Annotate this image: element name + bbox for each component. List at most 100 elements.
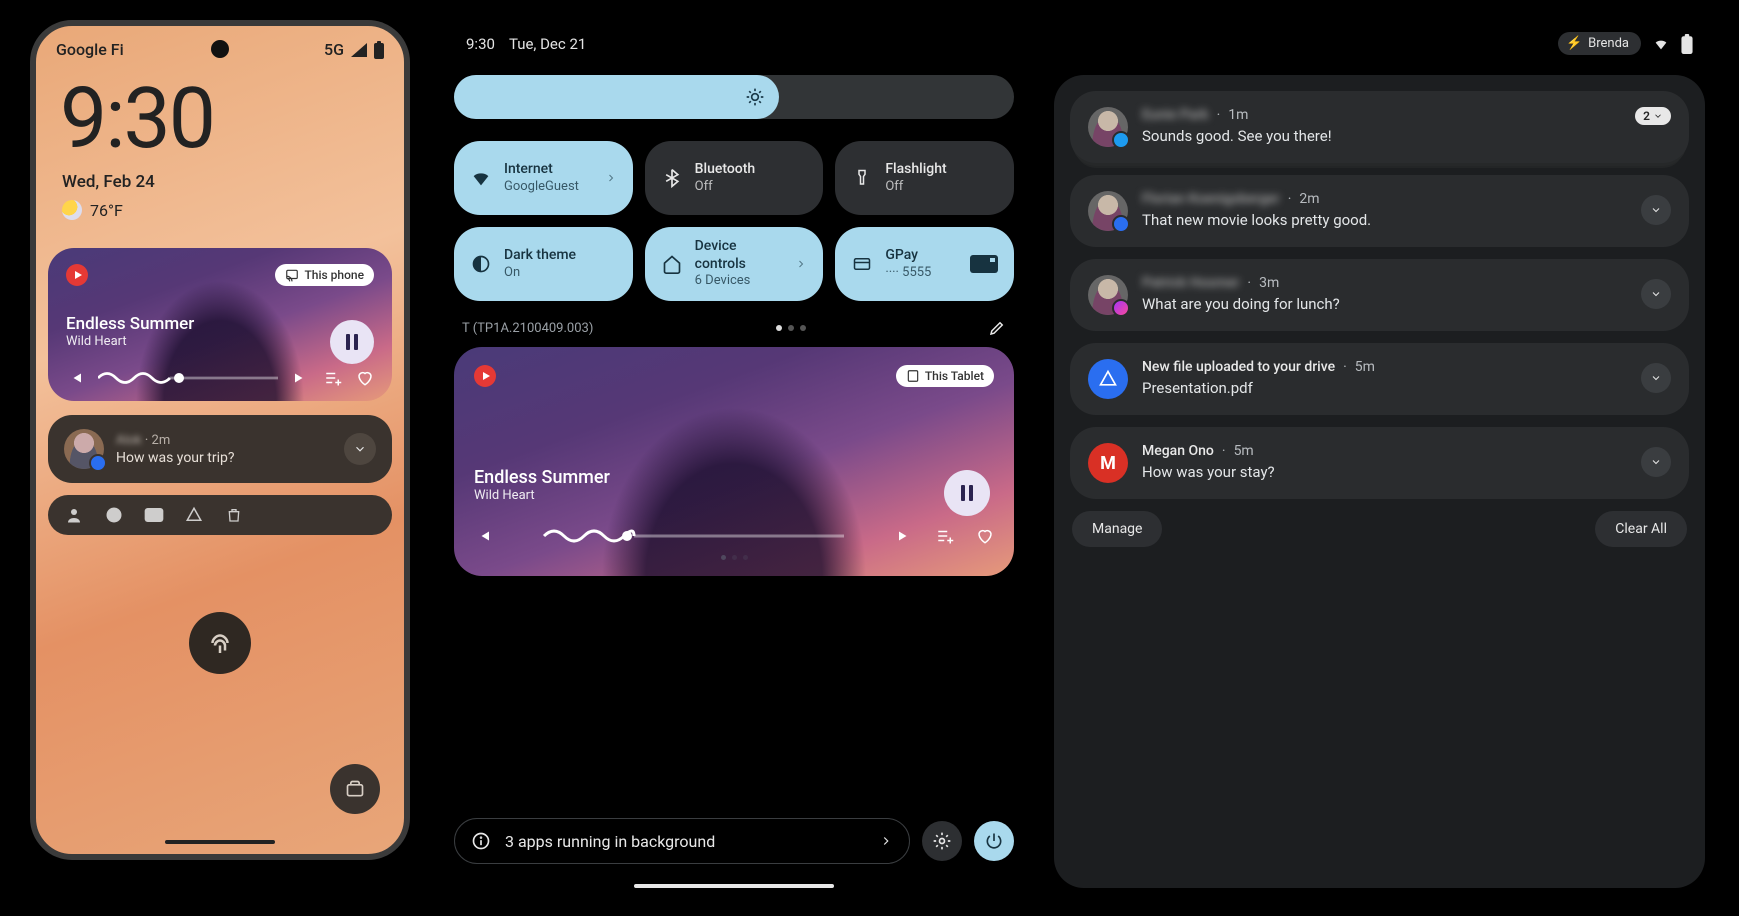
pause-button[interactable] (944, 470, 990, 516)
notification-age: 2m (152, 433, 171, 448)
facebook-tray-icon (104, 505, 124, 525)
track-artist: Wild Heart (474, 488, 994, 503)
notification-message: Presentation.pdf (1142, 379, 1627, 397)
tile-device-controls[interactable]: Device controls6 Devices (645, 227, 824, 301)
notification-icon-tray[interactable] (48, 495, 392, 535)
build-label: T (TP1A.2100409.003) (462, 321, 593, 336)
wallet-button[interactable] (330, 764, 380, 814)
bluetooth-icon (661, 167, 683, 189)
youtube-tray-icon (144, 505, 164, 525)
page-indicator-dots (776, 325, 806, 331)
drive-app-icon (1088, 359, 1128, 399)
weather-widget[interactable]: 76°F (36, 192, 404, 220)
tile-dark-theme[interactable]: Dark themeOn (454, 227, 633, 301)
tile-title: Internet (504, 161, 593, 179)
notification-message: How was your stay? (1142, 463, 1627, 481)
twitter-app-badge (1112, 131, 1130, 149)
tile-flashlight[interactable]: FlashlightOff (835, 141, 1014, 215)
tile-title: GPay (885, 247, 958, 265)
dark-mode-icon (470, 253, 492, 275)
tile-title: Device controls (695, 238, 784, 273)
favorite-button[interactable] (976, 527, 994, 545)
tablet-shade: 9:30 Tue, Dec 21 ⚡ Brenda (450, 20, 1709, 896)
expand-button[interactable] (1641, 195, 1671, 225)
previous-track-button[interactable] (474, 527, 492, 545)
lockscreen-time: 9:30 (36, 59, 404, 168)
user-name: Brenda (1588, 36, 1629, 51)
wifi-icon (470, 167, 492, 189)
notification-card[interactable]: Eunie Park·1m Sounds good. See you there… (1070, 91, 1689, 163)
expand-button[interactable] (344, 433, 376, 465)
notification-message: Sounds good. See you there! (1142, 127, 1621, 145)
tile-bluetooth[interactable]: BluetoothOff (645, 141, 824, 215)
weather-icon (62, 200, 82, 220)
queue-add-button[interactable] (936, 527, 954, 545)
tablet-time: 9:30 (466, 35, 495, 53)
cast-target-label: This Tablet (925, 369, 984, 383)
nav-handle[interactable] (165, 840, 275, 844)
phone-camera-cutout (211, 40, 229, 58)
favorite-button[interactable] (356, 369, 374, 387)
user-chip[interactable]: ⚡ Brenda (1558, 32, 1641, 55)
settings-button[interactable] (922, 821, 962, 861)
next-track-button[interactable] (292, 369, 310, 387)
tile-subtitle: Off (885, 179, 998, 195)
notification-age: 2m (1299, 191, 1319, 207)
tile-gpay[interactable]: GPay···· 5555 (835, 227, 1014, 301)
tile-subtitle: On (504, 265, 617, 281)
notification-age: 3m (1259, 275, 1279, 291)
notification-message: That new movie looks pretty good. (1142, 211, 1627, 229)
nav-handle[interactable] (634, 884, 834, 888)
media-page-dots (474, 555, 994, 560)
background-apps-label: 3 apps running in background (505, 832, 865, 851)
pause-button[interactable] (330, 320, 374, 364)
tile-title: Flashlight (885, 161, 998, 179)
phone-mockup: Google Fi 5G 9:30 Wed, Feb 24 76°F This … (30, 20, 410, 860)
brightness-slider[interactable] (454, 75, 1014, 119)
notification-age: 1m (1228, 107, 1248, 123)
progress-slider[interactable] (514, 532, 874, 540)
notification-count-chip[interactable]: 2 (1635, 107, 1671, 125)
queue-add-button[interactable] (324, 369, 342, 387)
home-icon (661, 253, 683, 275)
profile-tray-icon (64, 505, 84, 525)
chevron-right-icon (879, 833, 893, 849)
fingerprint-button[interactable] (189, 612, 251, 674)
power-button[interactable] (974, 821, 1014, 861)
previous-track-button[interactable] (66, 369, 84, 387)
quick-settings-column: InternetGoogleGuest BluetoothOff Flashli… (454, 75, 1014, 888)
notification-card[interactable]: M Megan Ono·5m How was your stay? (1070, 427, 1689, 499)
youtube-music-icon (66, 264, 88, 286)
sender-name: Megan Ono (1142, 443, 1214, 459)
phone-media-card[interactable]: This phone Endless Summer Wild Heart (48, 248, 392, 401)
edit-tiles-button[interactable] (988, 319, 1006, 337)
expand-button[interactable] (1641, 447, 1671, 477)
background-apps-button[interactable]: 3 apps running in background (454, 818, 910, 864)
youtube-music-icon (474, 365, 496, 387)
tablet-media-card[interactable]: This Tablet Endless Summer Wild Heart (454, 347, 1014, 576)
clear-all-button[interactable]: Clear All (1595, 511, 1687, 547)
tile-subtitle: GoogleGuest (504, 179, 593, 195)
tile-internet[interactable]: InternetGoogleGuest (454, 141, 633, 215)
cast-target-chip[interactable]: This phone (275, 264, 374, 286)
power-icon (984, 831, 1004, 851)
phone-notification[interactable]: Alok · 2m How was your trip? (48, 415, 392, 483)
battery-icon (374, 41, 384, 59)
carrier-label: Google Fi (56, 40, 124, 59)
manage-button[interactable]: Manage (1072, 511, 1162, 547)
notification-dot: · (145, 433, 152, 448)
cast-target-chip[interactable]: This Tablet (896, 365, 994, 387)
track-title: Endless Summer (474, 467, 994, 488)
tile-subtitle: 6 Devices (695, 273, 784, 289)
expand-button[interactable] (1641, 363, 1671, 393)
notification-card[interactable]: New file uploaded to your drive·5m Prese… (1070, 343, 1689, 415)
expand-button[interactable] (1641, 279, 1671, 309)
bolt-icon: ⚡ (1566, 36, 1582, 51)
notification-card[interactable]: Florian Koenigsberger·2m That new movie … (1070, 175, 1689, 247)
card-icon (851, 253, 873, 275)
progress-slider[interactable] (98, 374, 278, 382)
flashlight-icon (851, 167, 873, 189)
notification-message: What are you doing for lunch? (1142, 295, 1627, 313)
next-track-button[interactable] (896, 527, 914, 545)
notification-card[interactable]: Patrick Hosmer·3m What are you doing for… (1070, 259, 1689, 331)
